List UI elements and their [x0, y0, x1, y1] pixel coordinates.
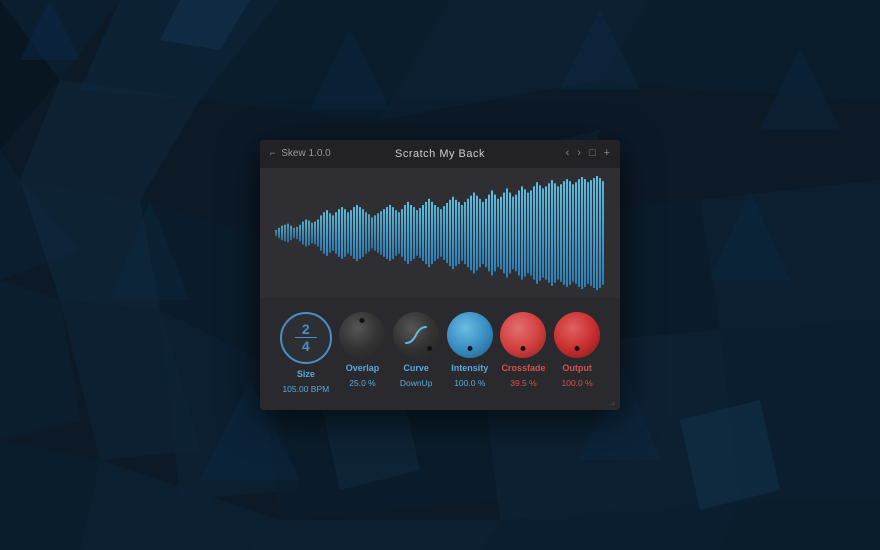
output-value: 100.0 %	[562, 378, 593, 388]
window-button[interactable]: □	[589, 148, 596, 159]
crossfade-knob-container: Crossfade 39.5 %	[500, 312, 546, 389]
output-knob-indicator	[575, 346, 580, 351]
size-value: 105.00 BPM	[282, 384, 329, 394]
size-knob[interactable]: 2 4	[280, 312, 332, 364]
waveform-display	[260, 168, 620, 298]
curve-knob-indicator	[427, 346, 432, 351]
overlap-knob-container: Overlap 25.0 %	[339, 312, 385, 389]
controls-area: 2 4 Size 105.00 BPM Overlap 25.0 %	[260, 298, 620, 411]
size-numerator: 2	[302, 322, 310, 336]
intensity-knob[interactable]	[447, 312, 493, 358]
overlap-label: Overlap	[346, 363, 380, 374]
output-label: Output	[562, 363, 592, 374]
overlap-value: 25.0 %	[349, 378, 375, 388]
intensity-value: 100.0 %	[454, 378, 485, 388]
size-denominator: 4	[302, 339, 310, 353]
output-knob-container: Output 100.0 %	[554, 312, 600, 389]
titlebar: ⌐ Skew 1.0.0 Scratch My Back ‹ › □ +	[260, 140, 620, 168]
crossfade-value: 39.5 %	[510, 378, 536, 388]
curve-knob-container: Curve DownUp	[393, 312, 439, 389]
add-button[interactable]: +	[604, 148, 610, 159]
curve-knob[interactable]	[393, 312, 439, 358]
next-button[interactable]: ›	[577, 148, 581, 159]
intensity-knob-indicator	[467, 346, 472, 351]
output-knob[interactable]	[554, 312, 600, 358]
size-label: Size	[297, 369, 315, 380]
crossfade-knob[interactable]	[500, 312, 546, 358]
overlap-knob[interactable]	[339, 312, 385, 358]
size-fraction: 2 4	[295, 322, 317, 353]
size-knob-container: 2 4 Size 105.00 BPM	[280, 312, 332, 395]
titlebar-controls: ‹ › □ +	[566, 148, 610, 159]
crossfade-knob-indicator	[521, 346, 526, 351]
curve-svg	[402, 321, 430, 349]
plugin-version: Skew 1.0.0	[281, 148, 330, 159]
prev-button[interactable]: ‹	[566, 148, 570, 159]
plugin-corner-icon: ⌐	[270, 149, 275, 158]
curve-label: Curve	[403, 363, 429, 374]
overlap-knob-indicator	[360, 318, 365, 323]
plugin-title: Scratch My Back	[395, 148, 485, 160]
plugin-window: ⌐ Skew 1.0.0 Scratch My Back ‹ › □ +	[260, 140, 620, 411]
intensity-knob-container: Intensity 100.0 %	[447, 312, 493, 389]
resize-handle[interactable]: ⌟	[611, 396, 615, 407]
crossfade-label: Crossfade	[501, 363, 545, 374]
curve-sublabel: DownUp	[400, 378, 433, 388]
titlebar-left: ⌐ Skew 1.0.0	[270, 148, 331, 159]
intensity-label: Intensity	[451, 363, 488, 374]
